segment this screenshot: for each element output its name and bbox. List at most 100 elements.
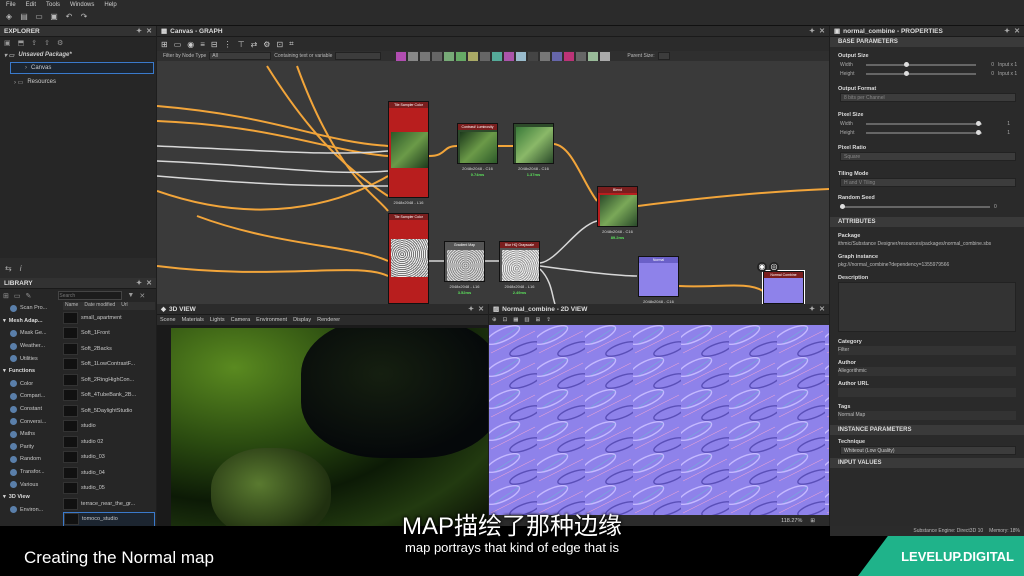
pin-icon[interactable]: ✦ [136,27,142,35]
filter-icon[interactable]: ⇆ [5,264,12,273]
menu-display[interactable]: Display [293,317,311,323]
close-icon[interactable]: ✕ [819,305,825,313]
attributes-section[interactable]: ATTRIBUTES [830,217,1024,227]
tiling-mode-select[interactable]: H and V Tiling [840,178,1016,187]
pixel-height-slider[interactable] [866,129,982,135]
graph-node-blend[interactable]: Blend 2048x2048 - C16 89.2ms [597,186,638,240]
menu-file[interactable]: File [6,2,16,8]
menu-windows[interactable]: Windows [70,2,94,8]
library-category[interactable]: Color [0,378,62,391]
menu-scene[interactable]: Scene [160,317,176,323]
menu-help[interactable]: Help [104,2,116,8]
random-seed-slider[interactable] [840,203,990,209]
output-height-slider[interactable] [866,70,976,76]
library-group[interactable]: ▾ Mesh Adap... [0,315,62,328]
redo-icon[interactable]: ↷ [79,12,89,22]
close-icon[interactable]: ✕ [146,279,152,287]
close-icon[interactable]: ✕ [1014,27,1020,35]
library-item[interactable]: studio_04 [63,465,155,481]
library-category[interactable]: Parity [0,441,62,454]
library-item[interactable]: studio [63,419,155,435]
pin-icon[interactable]: ✦ [809,305,815,313]
tags-field[interactable]: Normal Map [838,411,1016,420]
library-item[interactable]: Soft_2Backs [63,341,155,357]
folder-icon[interactable]: ▭ [34,12,44,22]
library-category[interactable]: Transfor... [0,466,62,479]
add-icon[interactable]: ⊞ [3,292,9,300]
pin-icon[interactable]: ✦ [468,305,474,313]
author-field[interactable]: Allegorithmic [838,367,1016,376]
export-icon[interactable]: ⇪ [546,317,551,323]
library-item[interactable]: studio_05 [63,481,155,497]
library-category[interactable]: Scan Pro... [0,302,62,315]
tree-item-canvas[interactable]: › Canvas [10,62,154,74]
node-preview-icon[interactable]: ◎ [769,262,779,272]
tile-icon[interactable]: ⊞ [536,317,541,323]
fit-icon[interactable]: ⊡ [503,317,508,323]
zoom-icon[interactable]: ⊕ [492,317,497,323]
graph-node-color[interactable]: 2048x2048 - C16 1.37ms [513,123,554,177]
save-icon[interactable]: ▣ [49,12,59,22]
library-item[interactable]: studio_03 [63,450,155,466]
info-icon[interactable]: i [20,264,22,273]
output-width-slider[interactable] [866,61,976,67]
undo-icon[interactable]: ↶ [64,12,74,22]
3d-viewport[interactable] [171,328,488,526]
menu-materials[interactable]: Materials [182,317,204,323]
graph-node-tile-sampler-color-2[interactable]: Tile Sampler Color [388,213,429,304]
import-icon[interactable]: ⬒ [18,39,25,47]
library-category[interactable]: Compari... [0,390,62,403]
library-search-input[interactable] [58,291,123,300]
new-package-icon[interactable]: ◈ [4,12,14,22]
graph-node-gradient-map[interactable]: Gradient Map 2048x2048 - L16 3.52ms [444,241,485,295]
channels-icon[interactable]: ▦ [513,317,518,323]
library-item[interactable]: Soft_1LowContrastF... [63,357,155,373]
close-icon[interactable]: ✕ [139,292,145,300]
filter-icon[interactable]: ▼ [127,292,134,299]
share-icon[interactable]: ⇧ [44,39,50,47]
close-icon[interactable]: ✕ [478,305,484,313]
library-category[interactable]: Conversi... [0,415,62,428]
library-category[interactable]: Weather... [0,340,62,353]
library-category[interactable]: Utilities [0,352,62,365]
menu-tools[interactable]: Tools [46,2,60,8]
library-item[interactable]: Soft_1Front [63,326,155,342]
description-field[interactable] [838,282,1016,332]
library-category[interactable]: Random [0,453,62,466]
folder-icon[interactable]: ▭ [14,292,21,300]
open-icon[interactable]: ▤ [19,12,29,22]
category-field[interactable]: Filter [838,346,1016,355]
pixel-width-slider[interactable] [866,120,982,126]
instance-parameters-section[interactable]: INSTANCE PARAMETERS [830,425,1024,435]
library-item[interactable]: studio 02 [63,434,155,450]
close-icon[interactable]: ✕ [146,27,152,35]
menu-environment[interactable]: Environment [256,317,287,323]
package-row[interactable]: ▾ ▭ Unsaved Package* [0,49,156,61]
graph-node-contrast-luminosity[interactable]: Contrast/ Luminosity 2048x2048 - C16 0.7… [457,123,498,177]
output-format-select[interactable]: 8 bits per Channel [840,93,1016,102]
brush-icon[interactable]: ✎ [26,292,32,300]
menu-renderer[interactable]: Renderer [317,317,340,323]
library-category[interactable]: Various [0,478,62,491]
node-output-icon[interactable]: ◉ [757,262,767,272]
menu-camera[interactable]: Camera [231,317,251,323]
pin-icon[interactable]: ✦ [1004,27,1010,35]
menu-edit[interactable]: Edit [26,2,36,8]
menu-lights[interactable]: Lights [210,317,225,323]
tree-item-resources[interactable]: › ▭ Resources [0,76,156,88]
base-parameters-section[interactable]: BASE PARAMETERS [830,37,1024,47]
library-category[interactable]: Maths [0,428,62,441]
graph-node-tile-sampler-color-1[interactable]: Tile Sampler Color 2048x2048 - L16 [388,101,429,205]
library-item[interactable]: Soft_2RingHighCon... [63,372,155,388]
library-group[interactable]: ▾ 3D View [0,491,62,504]
library-group[interactable]: ▾ Functions [0,365,62,378]
graph-node-blur-hq[interactable]: Blur HQ Grayscale 2048x2048 - L16 2.49ms [499,241,540,295]
2d-viewport[interactable] [489,325,829,515]
library-category[interactable]: Mask Ge... [0,327,62,340]
upload-icon[interactable]: ⇪ [31,39,37,47]
pixel-ratio-select[interactable]: Square [840,152,1016,161]
save-icon[interactable]: ▣ [4,39,11,47]
graph-node-normal[interactable]: Normal 2048x2048 - C16 [638,256,679,304]
library-item[interactable]: Soft_5DaylightStudio [63,403,155,419]
histogram-icon[interactable]: ▥ [524,317,529,323]
